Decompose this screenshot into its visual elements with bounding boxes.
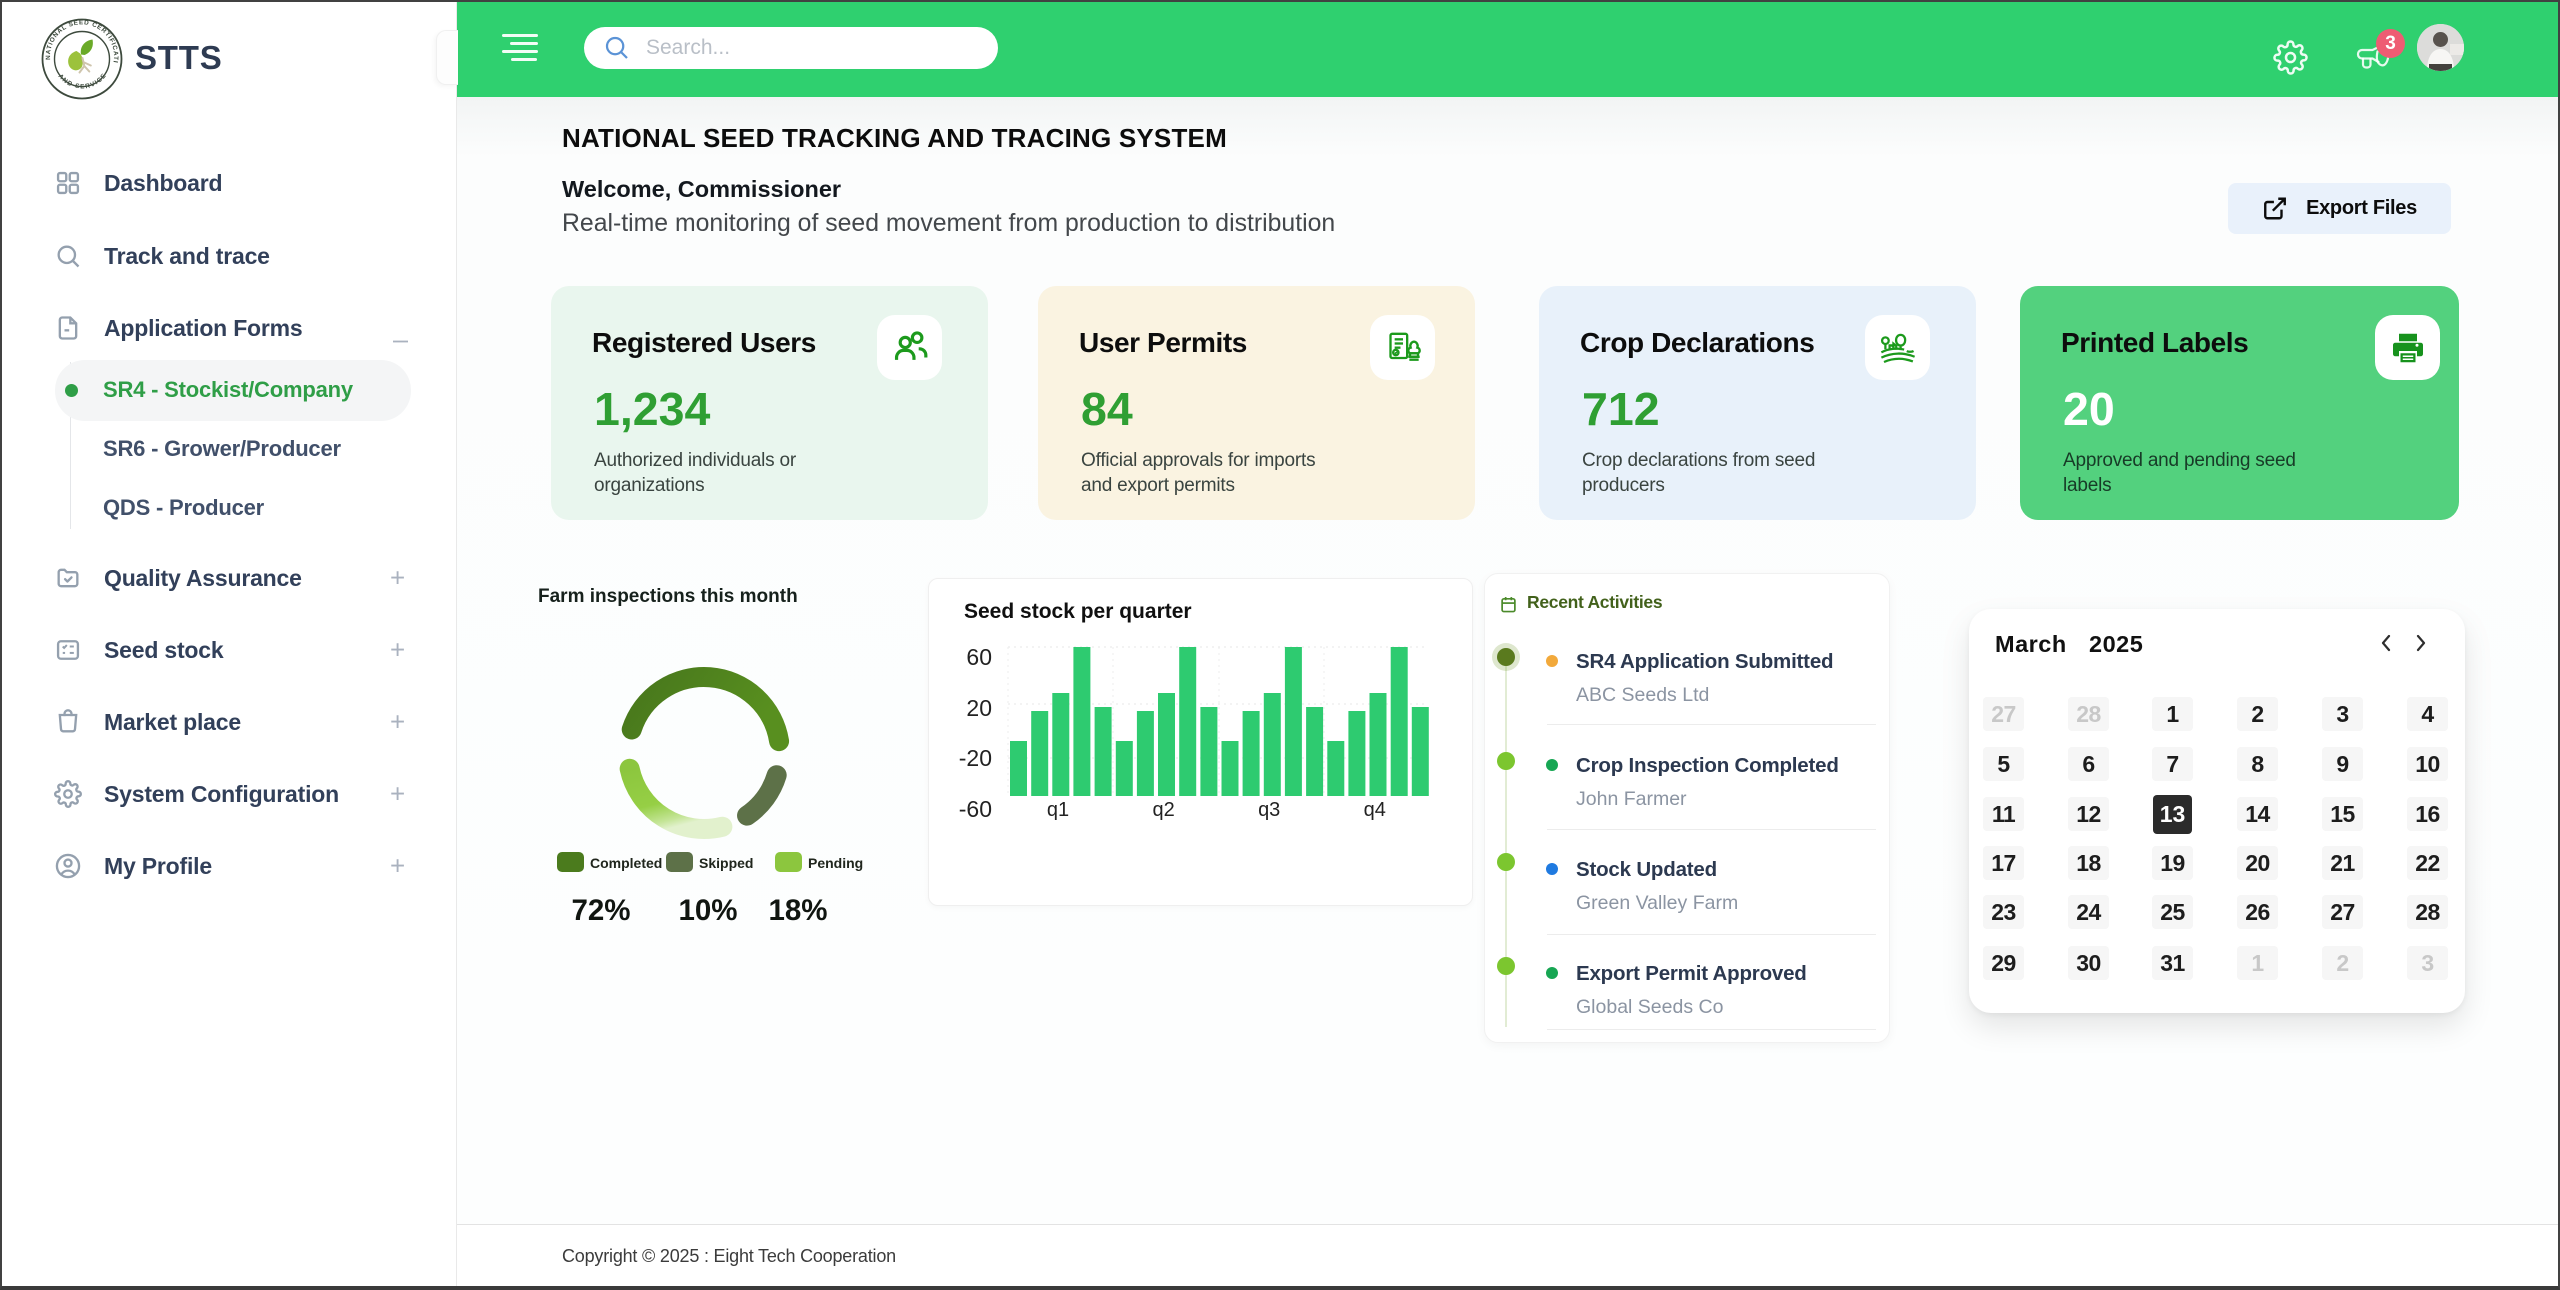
svg-text:-60: -60 (959, 796, 992, 822)
svg-text:q3: q3 (1258, 799, 1280, 821)
svg-text:-20: -20 (959, 745, 992, 771)
svg-text:q4: q4 (1364, 799, 1386, 821)
svg-text:q2: q2 (1152, 799, 1174, 821)
svg-text:20: 20 (966, 695, 992, 721)
svg-text:q1: q1 (1047, 799, 1069, 821)
svg-text:60: 60 (966, 644, 992, 670)
